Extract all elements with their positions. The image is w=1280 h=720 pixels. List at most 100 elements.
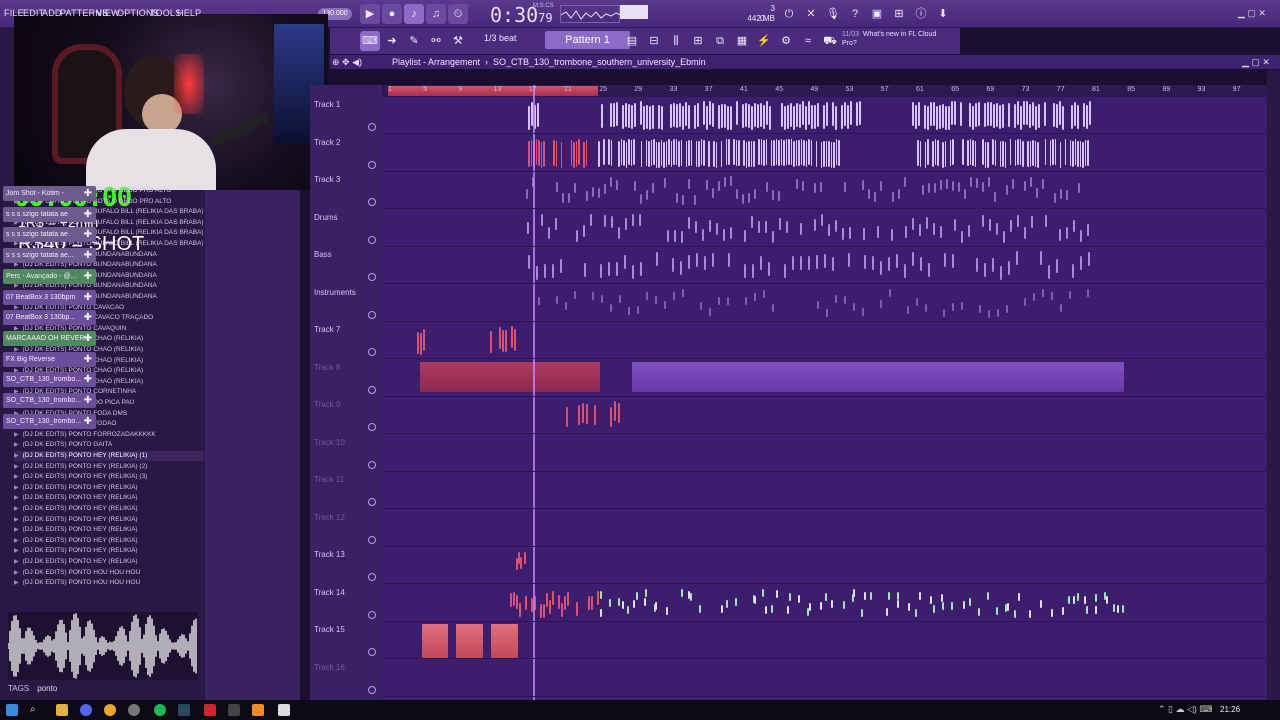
pattern-clip[interactable] — [940, 180, 942, 191]
pattern-clip[interactable] — [600, 590, 602, 599]
pattern-clip[interactable] — [1022, 141, 1024, 168]
pattern-clip[interactable] — [930, 101, 932, 126]
channel-picker-item[interactable]: SO_CTB_130_trombo... ✚ — [3, 372, 96, 388]
pattern-clip[interactable] — [548, 227, 550, 240]
pattern-clip[interactable] — [1079, 141, 1081, 168]
pattern-clip[interactable] — [744, 230, 746, 243]
pattern-clip[interactable] — [721, 605, 723, 614]
pattern-clip[interactable] — [984, 141, 986, 168]
pattern-clip[interactable] — [1069, 290, 1071, 299]
pattern-clip[interactable] — [776, 589, 778, 598]
pattern-clip[interactable] — [1035, 105, 1037, 130]
pattern-clip[interactable] — [800, 255, 802, 270]
pattern-clip[interactable] — [586, 403, 588, 424]
pattern-clip[interactable] — [583, 225, 585, 238]
pattern-clip[interactable] — [944, 140, 946, 167]
track-label[interactable]: Track 7 — [314, 325, 340, 362]
pattern-clip[interactable] — [838, 140, 840, 167]
pattern-clip[interactable] — [725, 139, 727, 166]
pattern-clip[interactable] — [706, 180, 708, 191]
pattern-clip[interactable] — [598, 187, 600, 198]
pattern-clip[interactable] — [727, 106, 729, 131]
pattern-clip[interactable] — [870, 591, 872, 600]
pattern-clip[interactable] — [1089, 101, 1091, 126]
pattern-clip[interactable] — [1024, 227, 1026, 240]
pattern-clip[interactable] — [785, 139, 787, 166]
pattern-clip[interactable] — [802, 181, 804, 192]
track-mute-icon[interactable] — [368, 310, 376, 319]
track-label[interactable]: Track 1 — [314, 100, 340, 137]
channel-picker-item[interactable]: Jom Shot - Kotim - ✚ — [3, 186, 96, 201]
pattern-clip[interactable] — [724, 177, 726, 188]
pattern-clip[interactable] — [616, 261, 618, 276]
pattern-clip[interactable] — [751, 106, 753, 131]
pattern-clip[interactable] — [668, 139, 670, 166]
track-label[interactable]: Track 12 — [314, 513, 345, 550]
pattern-clip[interactable] — [787, 105, 789, 130]
pattern-clip[interactable] — [586, 191, 588, 202]
pattern-clip[interactable] — [964, 189, 966, 200]
pattern-clip[interactable] — [897, 600, 899, 609]
pattern-clip[interactable] — [538, 296, 540, 305]
link-icon[interactable]: ⚯ — [426, 31, 446, 51]
pattern-clip[interactable] — [972, 140, 974, 167]
pattern-clip[interactable] — [762, 588, 764, 597]
pattern-clip[interactable] — [604, 184, 606, 195]
pattern-clip[interactable] — [952, 139, 954, 166]
pattern-clip[interactable] — [555, 140, 557, 167]
pattern-clip[interactable] — [727, 296, 729, 305]
pattern-clip[interactable] — [928, 263, 930, 278]
pattern-clip[interactable] — [814, 218, 816, 231]
pattern-clip[interactable] — [859, 101, 861, 126]
pattern-clip[interactable] — [703, 101, 705, 126]
plugin-db-icon[interactable]: ▦ — [732, 31, 752, 51]
pattern-clip[interactable] — [708, 140, 710, 167]
pattern-clip[interactable] — [1014, 609, 1016, 618]
pattern-clip[interactable] — [972, 106, 974, 131]
pattern-clip[interactable] — [757, 103, 759, 128]
pattern-clip[interactable] — [969, 597, 971, 606]
track-mute-icon[interactable] — [368, 423, 376, 431]
pattern-clip[interactable] — [835, 220, 837, 233]
pattern-clip[interactable] — [814, 183, 816, 194]
add-icon[interactable]: ✚ — [84, 186, 92, 201]
microphone-icon[interactable]: 🎙 — [823, 4, 843, 24]
pattern-clip[interactable] — [743, 139, 745, 166]
pattern-clip[interactable] — [835, 105, 837, 130]
pattern-clip[interactable] — [989, 218, 991, 231]
pattern-clip[interactable] — [728, 253, 730, 268]
pattern-clip[interactable] — [562, 193, 564, 204]
pattern-clip[interactable] — [724, 104, 726, 129]
browser-item[interactable]: ▶ (DJ DK EDITS) PONTO HEY (RELIKIA) (3) — [14, 472, 147, 482]
playlist-icon[interactable]: ▤ — [622, 31, 642, 51]
pattern-clip[interactable] — [1087, 140, 1089, 167]
add-icon[interactable]: ✚ — [84, 414, 92, 429]
pattern-clip[interactable] — [987, 592, 989, 601]
add-icon[interactable]: ✚ — [84, 372, 92, 387]
pattern-clip[interactable] — [610, 139, 612, 166]
pattern-clip[interactable] — [688, 179, 690, 190]
pattern-clip[interactable] — [528, 141, 530, 168]
pattern-clip[interactable] — [833, 141, 835, 168]
pattern-clip[interactable] — [945, 105, 947, 130]
pattern-clip[interactable] — [862, 307, 864, 316]
channel-picker-item[interactable]: Perc - Avançado - @... ✚ — [3, 268, 96, 284]
browser-item[interactable]: ▶ (DJ DK EDITS) PONTO HEY (RELIKIA) (2) — [14, 462, 147, 472]
pattern-clip[interactable] — [796, 102, 798, 127]
add-icon[interactable]: ✚ — [84, 290, 92, 305]
pattern-clip[interactable] — [924, 104, 926, 129]
pattern-clip[interactable] — [863, 227, 865, 240]
pattern-clip[interactable] — [1038, 104, 1040, 129]
pattern-clip[interactable] — [924, 141, 926, 168]
pattern-clip[interactable] — [639, 213, 641, 226]
pattern-clip[interactable] — [844, 181, 846, 192]
pattern-clip[interactable] — [820, 602, 822, 611]
channel-picker-item[interactable]: 07 BeatBox 3 130bpm ✚ — [3, 289, 96, 305]
pattern-clip[interactable] — [987, 141, 989, 168]
pattern-clip[interactable] — [658, 141, 660, 168]
pattern-clip[interactable] — [1053, 102, 1055, 127]
pattern-clip[interactable] — [697, 102, 699, 127]
pattern-clip[interactable] — [793, 106, 795, 131]
pattern-clip[interactable] — [698, 141, 700, 168]
pattern-clip[interactable] — [877, 225, 879, 238]
